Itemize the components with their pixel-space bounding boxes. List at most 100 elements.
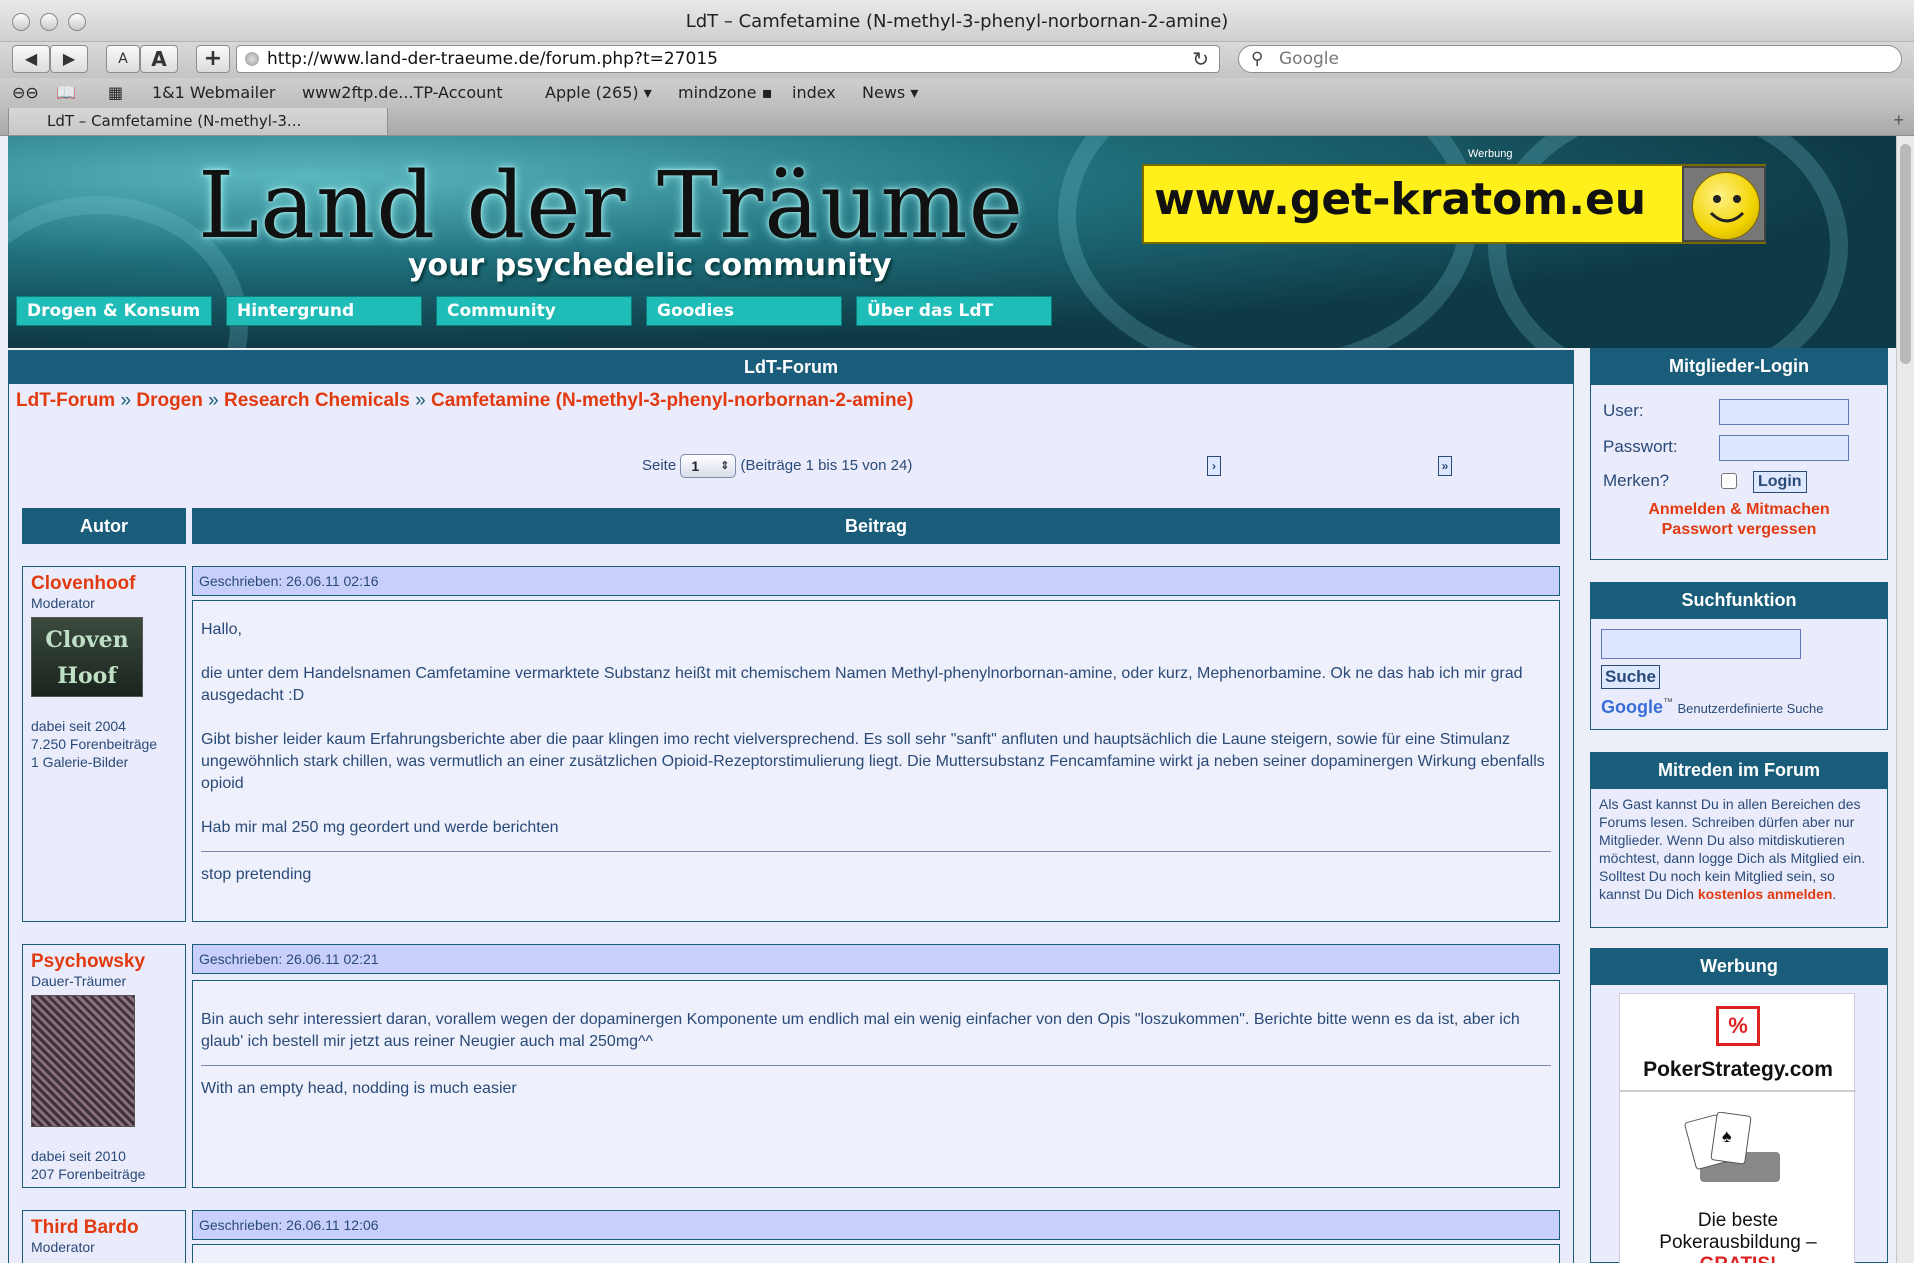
window-title: LdT – Camfetamine (N-methyl-3-phenyl-nor… <box>685 11 1229 32</box>
tab-active[interactable]: LdT – Camfetamine (N-methyl-3... <box>8 108 388 136</box>
login-button[interactable]: Login <box>1753 471 1807 493</box>
post-signature: With an empty head, nodding is much easi… <box>201 1080 517 1097</box>
breadcrumb-forum[interactable]: LdT-Forum <box>16 390 115 411</box>
breadcrumb-separator: » <box>208 390 219 411</box>
playing-cards-icon: ♠ <box>1670 1111 1800 1192</box>
mitreden-header: Mitreden im Forum <box>1590 752 1888 788</box>
pokerstrategy-ad[interactable]: % PokerStrategy.com ♠ Die beste Pokeraus… <box>1619 993 1856 1263</box>
remember-label: Merken? <box>1603 471 1670 490</box>
author-name[interactable]: Psychowsky <box>31 951 177 973</box>
nav-drogen-konsum[interactable]: Drogen & Konsum <box>16 296 212 326</box>
add-bookmark-button[interactable]: + <box>196 45 230 73</box>
bookmarks-book-icon[interactable]: 📖 <box>56 83 76 102</box>
post-body <box>192 1244 1560 1263</box>
werbung-header: Werbung <box>1590 948 1888 984</box>
breadcrumb-drogen[interactable]: Drogen <box>136 390 203 411</box>
page-select[interactable]: 1 ⇕ <box>680 454 737 478</box>
svg-text:♠: ♠ <box>1722 1126 1732 1146</box>
bookmark-ftp[interactable]: www2ftp.de...TP-Account <box>302 83 503 102</box>
post-meta: Geschrieben: 26.06.11 02:16 <box>192 566 1560 596</box>
last-page-button[interactable]: » <box>1438 456 1452 476</box>
kratom-ad[interactable]: www.get-kratom.eu <box>1142 164 1766 244</box>
search-field[interactable]: ⚲ Google <box>1238 45 1902 73</box>
pokerstrategy-brand: PokerStrategy.com <box>1643 1058 1833 1081</box>
forward-button[interactable]: ▶ <box>50 45 88 73</box>
post-author-panel: Third Bardo Moderator <box>22 1210 186 1263</box>
author-post-count: 207 Forenbeiträge <box>31 1166 146 1182</box>
werbung-panel: % PokerStrategy.com ♠ Die beste Pokeraus… <box>1590 984 1888 1263</box>
user-label: User: <box>1603 401 1644 420</box>
search-icon: ⚲ <box>1251 49 1264 69</box>
title-bar: LdT – Camfetamine (N-methyl-3-phenyl-nor… <box>0 0 1914 42</box>
nav-community[interactable]: Community <box>436 296 632 326</box>
site-search-input[interactable] <box>1601 629 1801 659</box>
user-input[interactable] <box>1719 399 1849 425</box>
bookmarks-bar: ⊖⊖ 📖 ▦ 1&1 Webmailer www2ftp.de...TP-Acc… <box>0 78 1914 108</box>
post-author-panel: Clovenhoof Moderator Cloven Hoof dabei s… <box>22 566 186 922</box>
breadcrumb-research-chemicals[interactable]: Research Chemicals <box>224 390 410 411</box>
ad-line-3: GRATIS! <box>1620 1254 1856 1263</box>
nav-ueber-das-ldt[interactable]: Über das LdT <box>856 296 1052 326</box>
breadcrumb-separator: » <box>415 390 426 411</box>
post-meta: Geschrieben: 26.06.11 02:21 <box>192 944 1560 974</box>
scrollbar-thumb[interactable] <box>1900 144 1911 364</box>
signature-divider <box>201 1065 1551 1066</box>
author-avatar <box>31 995 135 1127</box>
next-page-button[interactable]: › <box>1207 456 1221 476</box>
author-rank: Moderator <box>31 1239 95 1255</box>
register-link[interactable]: Anmelden & Mitmachen <box>1591 501 1887 519</box>
post-paragraph: Hab mir mal 250 mg geordert und werde be… <box>201 819 559 836</box>
signature-divider <box>201 851 1551 852</box>
author-rank: Dauer-Träumer <box>31 973 127 989</box>
forgot-password-link[interactable]: Passwort vergessen <box>1591 521 1887 539</box>
breadcrumb-thread[interactable]: Camfetamine (N-methyl-3-phenyl-norbornan… <box>431 390 913 411</box>
tab-bar: LdT – Camfetamine (N-methyl-3... + <box>0 108 1914 136</box>
text-smaller-button[interactable]: A <box>106 45 140 73</box>
forum-header: LdT-Forum <box>8 350 1574 384</box>
back-button[interactable]: ◀ <box>12 45 50 73</box>
bookmark-mindzone[interactable]: mindzone ▪ <box>678 83 772 102</box>
ad-label: Werbung <box>1468 148 1513 160</box>
author-name[interactable]: Third Bardo <box>31 1217 177 1239</box>
author-avatar: Cloven Hoof <box>31 617 143 697</box>
search-panel: Suche Google™ Benutzerdefinierte Suche <box>1590 618 1888 730</box>
column-author: Autor <box>22 508 186 544</box>
post-paragraph: Bin auch sehr interessiert daran, vorall… <box>201 1011 1520 1050</box>
author-name[interactable]: Clovenhoof <box>31 573 177 595</box>
smiley-icon[interactable] <box>1682 166 1766 242</box>
register-free-link[interactable]: kostenlos anmelden <box>1698 886 1833 902</box>
reading-list-icon[interactable]: ⊖⊖ <box>12 83 39 102</box>
bookmark-news[interactable]: News ▾ <box>862 83 918 102</box>
author-post-count: 7.250 Forenbeiträge <box>31 736 158 752</box>
text-larger-button[interactable]: A <box>140 45 178 73</box>
select-arrows-icon: ⇕ <box>720 460 730 472</box>
nav-goodies[interactable]: Goodies <box>646 296 842 326</box>
site-banner: Land der Träume your psychedelic communi… <box>8 136 1896 348</box>
site-tagline: your psychedelic community <box>408 248 892 283</box>
post-paragraph: Hallo, <box>201 621 242 638</box>
ad-divider <box>1620 1090 1856 1092</box>
bookmark-webmailer[interactable]: 1&1 Webmailer <box>152 83 276 102</box>
google-custom-search: Google™ Benutzerdefinierte Suche <box>1601 697 1823 718</box>
page-select-value: 1 <box>691 458 700 474</box>
site-logo[interactable]: Land der Träume <box>198 152 1024 259</box>
top-sites-grid-icon[interactable]: ▦ <box>108 83 123 102</box>
new-tab-icon[interactable]: + <box>1893 110 1904 131</box>
post-paragraph: Gibt bisher leider kaum Erfahrungsberich… <box>201 731 1545 792</box>
kratom-ad-text: www.get-kratom.eu <box>1154 174 1647 225</box>
post-paragraph: die unter dem Handelsnamen Camfetamine v… <box>201 665 1523 704</box>
google-logo: Google <box>1601 697 1663 717</box>
nav-hintergrund[interactable]: Hintergrund <box>226 296 422 326</box>
vertical-scrollbar[interactable] <box>1896 136 1914 1263</box>
author-gallery-count: 1 Galerie-Bilder <box>31 754 129 770</box>
remember-checkbox[interactable] <box>1721 473 1737 489</box>
breadcrumb: LdT-Forum » Drogen » Research Chemicals … <box>16 390 913 412</box>
reload-icon[interactable]: ↻ <box>1192 46 1209 72</box>
search-button[interactable]: Suche <box>1601 665 1661 689</box>
password-input[interactable] <box>1719 435 1849 461</box>
bookmark-index[interactable]: index <box>792 83 836 102</box>
column-post: Beitrag <box>192 508 1560 544</box>
address-bar[interactable]: http://www.land-der-traeume.de/forum.php… <box>236 45 1220 73</box>
bookmark-apple[interactable]: Apple (265) ▾ <box>545 83 652 102</box>
ad-line-1: Die beste <box>1697 1210 1779 1231</box>
